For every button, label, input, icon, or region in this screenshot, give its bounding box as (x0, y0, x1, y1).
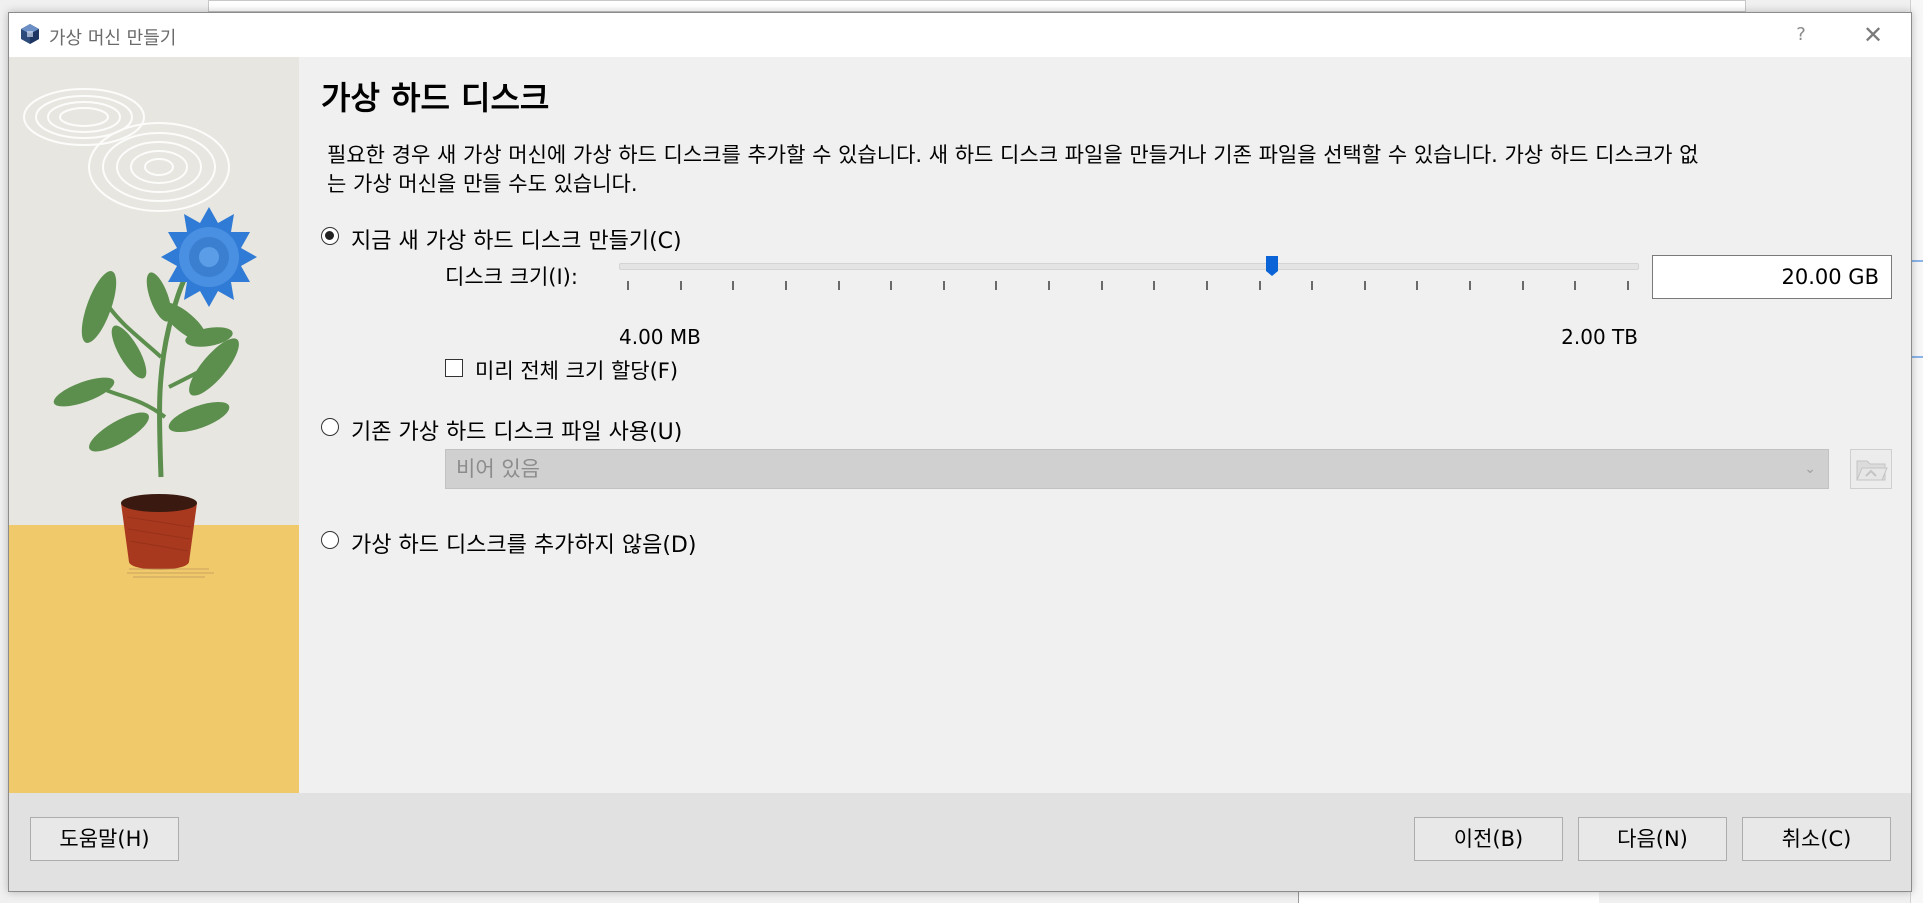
next-button[interactable]: 다음(N) (1578, 817, 1727, 861)
window-title: 가상 머신 만들기 (49, 28, 177, 49)
disk-size-min-label: 4.00 MB (619, 325, 701, 349)
back-button[interactable]: 이전(B) (1414, 817, 1563, 861)
radio-no-disk-label[interactable]: 가상 하드 디스크를 추가하지 않음(D) (351, 527, 696, 559)
help-icon[interactable]: ? (1786, 21, 1816, 49)
slider-tick (1311, 281, 1313, 290)
background-window (208, 0, 1746, 12)
disk-size-input[interactable]: 20.00 GB (1652, 255, 1892, 299)
radio-use-existing[interactable] (321, 418, 339, 436)
slider-tick (627, 281, 629, 290)
background-panel (1298, 892, 1599, 903)
preallocate-label[interactable]: 미리 전체 크기 할당(F) (475, 355, 678, 385)
button-bar: 도움말(H) 이전(B) 다음(N) 취소(C) (9, 793, 1911, 891)
slider-tick (732, 281, 734, 290)
wizard-illustration (9, 57, 299, 793)
slider-tick (1259, 281, 1261, 290)
existing-file-combo[interactable]: 비어 있음 ⌄ (445, 449, 1829, 489)
slider-tick (680, 281, 682, 290)
chevron-down-icon: ⌄ (1804, 461, 1816, 477)
slider-tick (1206, 281, 1208, 290)
page-description: 필요한 경우 새 가상 머신에 가상 하드 디스크를 추가할 수 있습니다. 새… (327, 143, 1699, 196)
cancel-button[interactable]: 취소(C) (1742, 817, 1891, 861)
slider-tick (1416, 281, 1418, 290)
slider-ticks (619, 281, 1639, 293)
help-button[interactable]: 도움말(H) (30, 817, 179, 861)
slider-tick (1469, 281, 1471, 290)
disk-size-slider[interactable] (619, 263, 1639, 270)
wizard-page: 가상 하드 디스크 필요한 경우 새 가상 머신에 가상 하드 디스크를 추가할… (299, 57, 1911, 793)
radio-create-new[interactable] (321, 227, 339, 245)
slider-tick (838, 281, 840, 290)
slider-tick (995, 281, 997, 290)
slider-tick (1364, 281, 1366, 290)
preallocate-checkbox[interactable] (445, 359, 463, 377)
disk-size-label: 디스크 크기(I): (445, 265, 578, 289)
slider-tick (1627, 281, 1629, 290)
slider-tick (943, 281, 945, 290)
folder-open-icon[interactable] (1850, 449, 1892, 489)
title-bar: 가상 머신 만들기 ? ✕ (9, 13, 1911, 57)
virtualbox-cube-icon (21, 24, 39, 44)
slider-tick (1153, 281, 1155, 290)
radio-create-new-label[interactable]: 지금 새 가상 하드 디스크 만들기(C) (351, 223, 682, 255)
page-title: 가상 하드 디스크 (321, 79, 550, 117)
slider-tick (890, 281, 892, 290)
existing-file-value: 비어 있음 (456, 457, 540, 481)
create-vm-dialog: 가상 머신 만들기 ? ✕ 가상 하드 디스크 필요한 경우 새 가상 머신에 … (8, 12, 1912, 892)
slider-tick (1574, 281, 1576, 290)
radio-no-disk[interactable] (321, 531, 339, 549)
slider-tick (1101, 281, 1103, 290)
disk-size-max-label: 2.00 TB (1561, 325, 1638, 349)
close-icon[interactable]: ✕ (1853, 21, 1893, 49)
slider-tick (785, 281, 787, 290)
slider-tick (1048, 281, 1050, 290)
slider-handle[interactable] (1265, 255, 1279, 277)
slider-tick (1522, 281, 1524, 290)
radio-use-existing-label[interactable]: 기존 가상 하드 디스크 파일 사용(U) (351, 414, 682, 446)
